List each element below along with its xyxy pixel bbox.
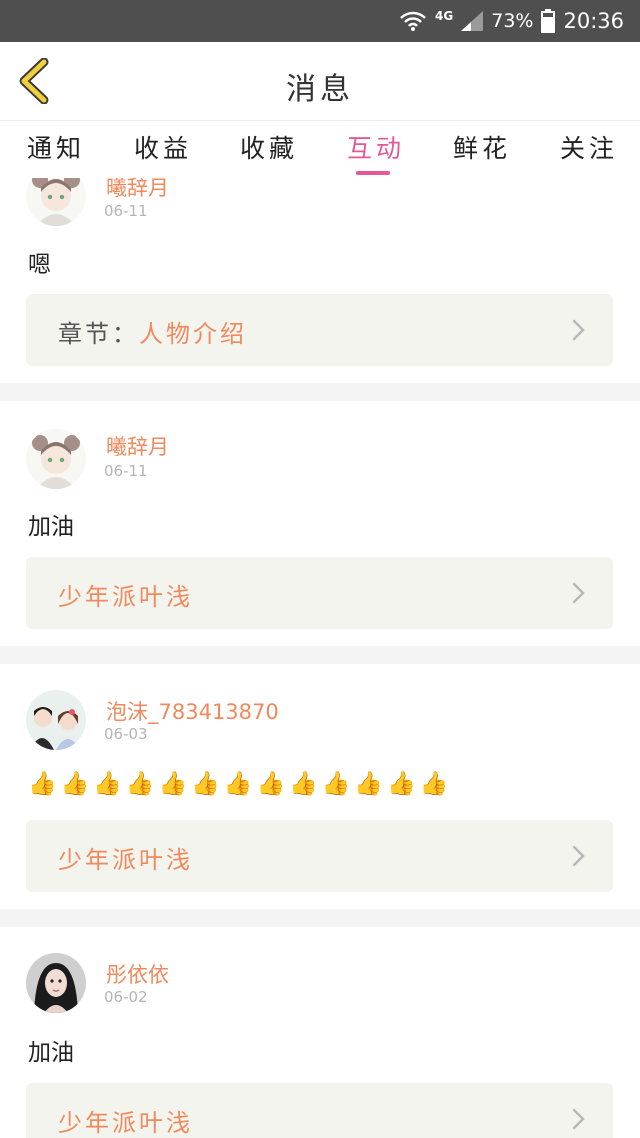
card-separator [0, 646, 640, 664]
message-text: 加油 [28, 1040, 74, 1066]
thumbs-up-icon: 👍 [28, 771, 57, 797]
chevron-right-icon [572, 845, 585, 867]
username[interactable]: 泡沫_783413870 [106, 696, 279, 726]
status-bar: 4G 73% 20:36 [0, 0, 640, 42]
network-type: 4G [435, 9, 454, 23]
clock: 20:36 [563, 9, 624, 33]
tab-interaction[interactable]: 互动 [347, 129, 405, 165]
reference-prefix: 章节： [58, 320, 139, 348]
username[interactable]: 曦辞月 [106, 431, 169, 461]
tab-flowers[interactable]: 鲜花 [453, 129, 511, 165]
chapter-reference[interactable]: 少年派叶浅 [26, 820, 613, 892]
card-separator [0, 383, 640, 401]
avatar[interactable] [26, 690, 86, 750]
avatar[interactable] [26, 429, 86, 489]
battery-percent: 73% [491, 10, 534, 32]
thumbs-up-icon: 👍 [321, 771, 351, 797]
wifi-icon [400, 11, 426, 31]
tab-favorites[interactable]: 收藏 [240, 129, 298, 165]
reference-name: 少年派叶浅 [58, 583, 193, 611]
thumbs-up-icon: 👍 [354, 771, 384, 797]
message-date: 06-02 [104, 988, 148, 1006]
chapter-reference[interactable]: 少年派叶浅 [26, 1083, 613, 1138]
nav-bar: 消息 [0, 42, 640, 120]
avatar[interactable] [26, 953, 86, 1013]
chevron-right-icon [572, 582, 585, 604]
chevron-right-icon [572, 1108, 585, 1130]
thumbs-up-row: 👍 👍 👍 👍 👍 👍 👍 👍 👍 👍 👍 👍 👍 [28, 770, 448, 798]
battery-icon [541, 9, 556, 33]
thumbs-up-icon: 👍 [125, 771, 155, 797]
tab-earnings[interactable]: 收益 [134, 129, 192, 165]
message-text: 加油 [28, 514, 74, 540]
thumbs-up-icon: 👍 [60, 771, 90, 797]
signal-icon [461, 11, 484, 31]
tab-bar: 通知 收益 收藏 互动 鲜花 关注 [0, 120, 640, 178]
avatar[interactable] [26, 178, 86, 226]
thumbs-up-icon: 👍 [223, 771, 253, 797]
chevron-right-icon [572, 319, 585, 341]
username[interactable]: 曦辞月 [106, 178, 169, 202]
message-card: 曦辞月 06-11 嗯 章节：人物介绍 [0, 178, 640, 383]
message-card: 彤依依 06-02 加油 少年派叶浅 [0, 927, 640, 1138]
message-card: 泡沫_783413870 06-03 👍 👍 👍 👍 👍 👍 👍 👍 👍 👍 👍… [0, 664, 640, 909]
username[interactable]: 彤依依 [106, 959, 169, 989]
message-date: 06-03 [104, 725, 148, 743]
thumbs-up-icon: 👍 [158, 771, 188, 797]
thumbs-up-icon: 👍 [191, 771, 220, 797]
chapter-reference[interactable]: 章节：人物介绍 [26, 294, 613, 366]
message-list[interactable]: 曦辞月 06-11 嗯 章节：人物介绍 曦辞月 06-11 加油 少年派叶浅 泡… [0, 178, 640, 1138]
reference-name: 少年派叶浅 [58, 1109, 193, 1137]
chapter-reference[interactable]: 少年派叶浅 [26, 557, 613, 629]
thumbs-up-icon: 👍 [419, 771, 449, 797]
message-card: 曦辞月 06-11 加油 少年派叶浅 [0, 401, 640, 646]
reference-name: 少年派叶浅 [58, 846, 193, 874]
page-title: 消息 [286, 72, 354, 107]
thumbs-up-icon: 👍 [93, 771, 122, 797]
thumbs-up-icon: 👍 [289, 771, 318, 797]
tab-following[interactable]: 关注 [560, 129, 618, 165]
message-date: 06-11 [104, 462, 148, 480]
message-text: 嗯 [28, 252, 51, 278]
reference-name: 人物介绍 [139, 320, 247, 348]
thumbs-up-icon: 👍 [256, 771, 286, 797]
thumbs-up-icon: 👍 [387, 771, 416, 797]
card-separator [0, 909, 640, 927]
active-tab-indicator [356, 171, 390, 175]
message-date: 06-11 [104, 202, 148, 220]
tab-notifications[interactable]: 通知 [27, 129, 85, 165]
